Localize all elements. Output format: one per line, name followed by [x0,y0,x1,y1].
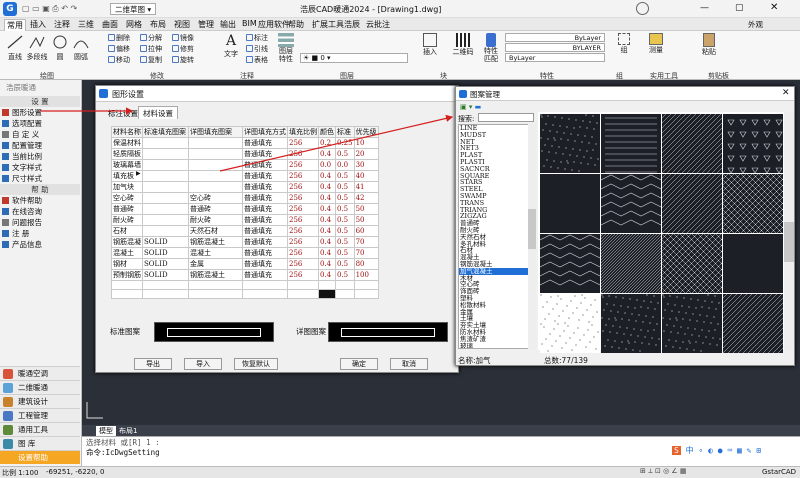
status-bar: 比例 1:100 -69251, -6220, 0 ⊞ ⟂ ⊡ ◎ ∠ ▦ Gs… [0,466,800,478]
ime-logo-icon: S [672,446,681,455]
status-toggle-icons[interactable]: ⊞ ⟂ ⊡ ◎ ∠ ▦ [640,467,687,476]
brand-label: GstarCAD [762,468,797,476]
tab-layout1[interactable]: 布局1 [116,426,140,436]
layout-tabs: 模型 布局1 [82,425,800,436]
input-method-bar: S 中 ∘ ◐ ● ⌨ ▦ ✎ ⊞ [672,446,762,455]
command-line[interactable]: 选择材料 或[R] 1 : 命令:IcDwgSetting S 中 ∘ ◐ ● … [82,436,800,466]
annotation-arrows [40,107,454,172]
command-input[interactable]: 命令:IcDwgSetting [86,447,160,458]
arrow-to-pattern-manager [219,114,454,172]
scale-readout: 比例 1:100 [2,469,39,477]
tab-model[interactable]: 模型 [96,426,116,436]
coordinate-readout: -69251, -6220, 0 [46,468,105,476]
